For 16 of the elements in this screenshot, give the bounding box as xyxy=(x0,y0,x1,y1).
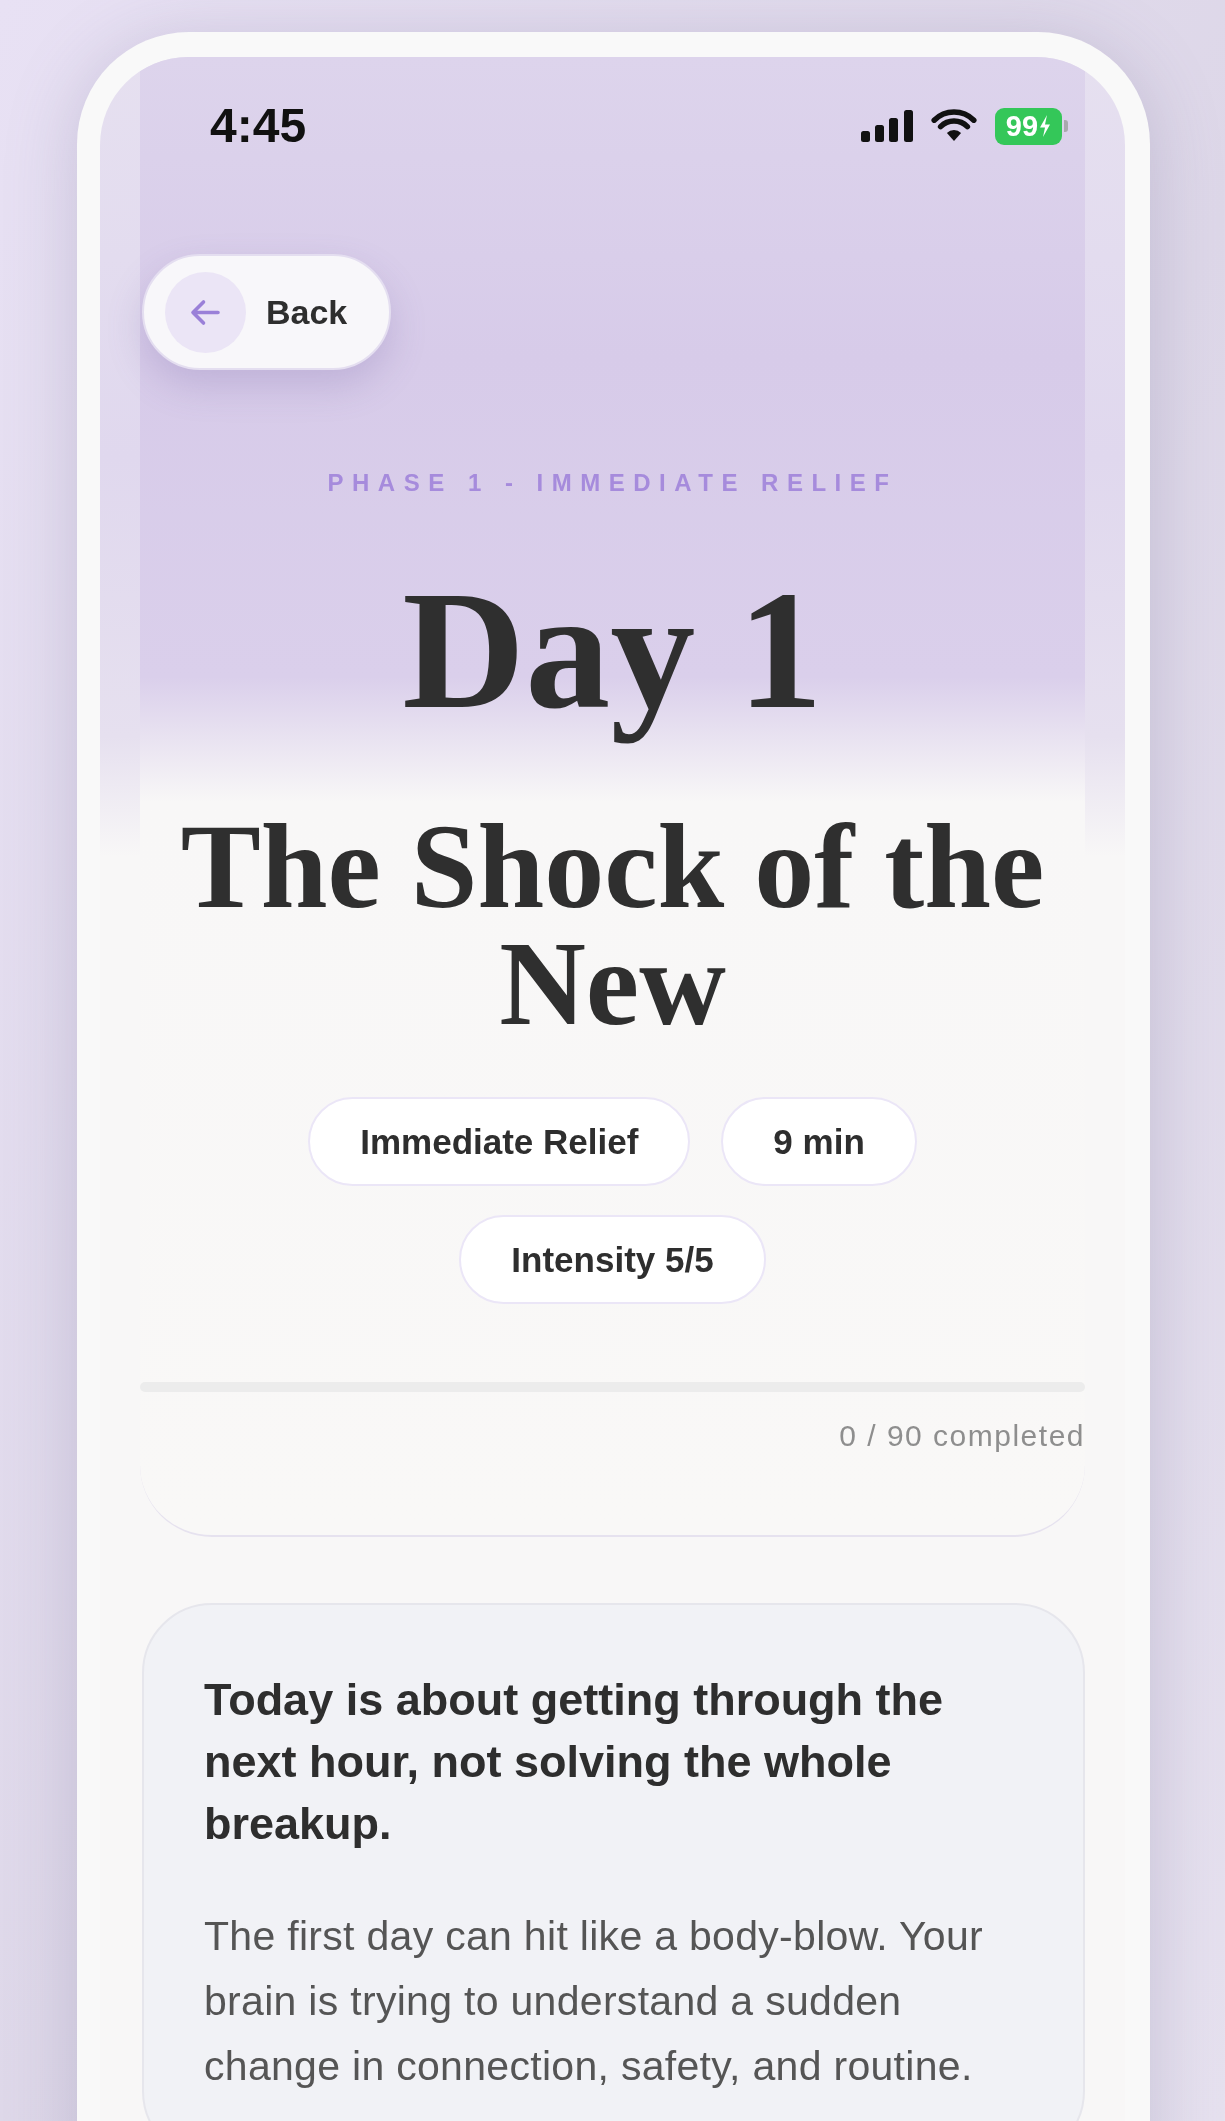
intro-heading: Today is about getting through the next hour, not solving the whole breakup. xyxy=(204,1673,945,1851)
intro-text: The first day can hit like a body-blow. Your brain is trying to understand a sudden change in connection, safety, and routine. xyxy=(204,1912,984,2091)
meta-tag: Immediate Relief xyxy=(308,1097,691,1186)
back-button[interactable]: Back xyxy=(142,254,391,370)
day-heading: Day 1 xyxy=(401,557,824,744)
arrow-left-icon xyxy=(165,271,246,353)
signal-bars-icon xyxy=(861,110,913,142)
progress-caption: 0 / 90 completed xyxy=(838,1418,1085,1454)
charging-bolt-icon xyxy=(1039,115,1052,137)
phase-label: PHASE 1 - IMMEDIATE RELIEF xyxy=(326,468,899,498)
wifi-icon xyxy=(931,109,977,143)
lesson-title: The Shock of the New xyxy=(179,808,1046,1042)
status-time: 4:45 xyxy=(210,102,307,150)
battery-percent: 99 xyxy=(1005,111,1039,141)
meta-tag: Intensity 5/5 xyxy=(459,1215,766,1304)
meta-tag: 9 min xyxy=(721,1097,917,1186)
